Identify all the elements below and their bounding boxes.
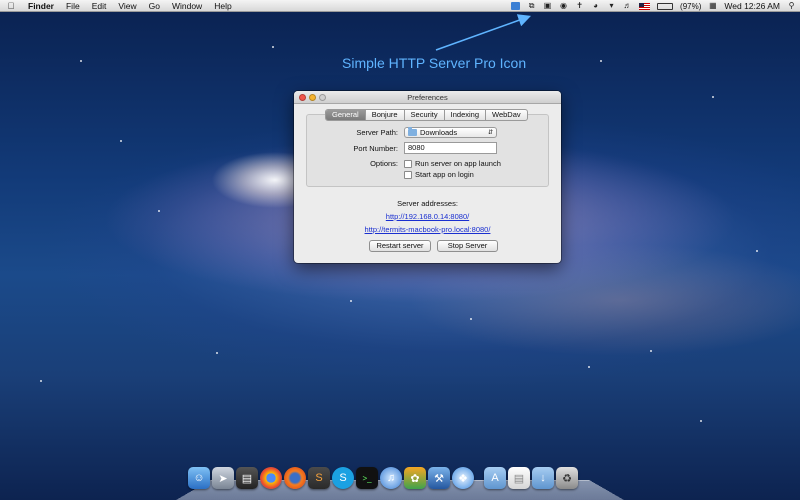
start-on-login-label: Start app on login (415, 170, 474, 179)
http-server-status-icon[interactable] (511, 2, 521, 10)
server-address-link-host[interactable]: http://termits-macbook-pro.local:8080/ (294, 225, 561, 234)
options-label: Options: (370, 159, 398, 168)
start-on-login-option[interactable]: Start app on login (404, 170, 474, 179)
chevron-updown-icon: ⇵ (487, 130, 493, 136)
restart-server-button[interactable]: Restart server (369, 240, 431, 252)
minimize-button[interactable] (309, 94, 316, 101)
tab-security[interactable]: Security (405, 110, 445, 120)
applications-folder-icon[interactable]: A (484, 467, 506, 489)
time-machine-icon[interactable]: ◕ (591, 2, 600, 10)
dock: ☺ ➤ ▤ S S >_ ♫ ✿ ⚒ ❖ A ▤ ↓ ♻ (188, 467, 578, 494)
menu-edit[interactable]: Edit (86, 0, 113, 12)
sublime-icon[interactable]: S (308, 467, 330, 489)
port-label: Port Number: (353, 144, 398, 153)
input-source-flag-icon[interactable] (639, 2, 651, 10)
tab-indexing[interactable]: Indexing (445, 110, 486, 120)
dock-separator (476, 467, 482, 494)
general-panel: Server Path: Downloads ⇵ Port Number: 80… (306, 114, 549, 187)
zoom-button[interactable] (319, 94, 326, 101)
window-controls (299, 94, 326, 101)
apple-menu-icon[interactable]:  (0, 1, 22, 11)
spotlight-search-icon[interactable]: ⚲ (787, 2, 796, 10)
window-title: Preferences (407, 93, 448, 102)
run-on-launch-checkbox[interactable] (404, 159, 412, 168)
calendar-icon[interactable]: ▦ (708, 2, 717, 10)
downloads-folder-icon[interactable]: ↓ (532, 467, 554, 489)
folder-icon (408, 127, 417, 136)
preferences-tabs: General Bonjure Security Indexing WebDav (325, 109, 528, 121)
battery-icon[interactable] (657, 2, 674, 10)
bluetooth-icon[interactable]: ✝ (575, 2, 584, 10)
close-button[interactable] (299, 94, 306, 101)
finder-icon[interactable]: ☺ (188, 467, 210, 489)
window-titlebar[interactable]: Preferences (294, 91, 561, 104)
menu-app-finder[interactable]: Finder (22, 0, 60, 12)
volume-icon[interactable]: ♬ (623, 2, 632, 10)
server-path-select[interactable]: Downloads ⇵ (404, 127, 497, 138)
terminal-icon[interactable]: >_ (356, 467, 378, 489)
start-on-login-checkbox[interactable] (404, 170, 412, 179)
tab-general[interactable]: General (326, 110, 366, 120)
itunes-icon[interactable]: ♫ (380, 467, 402, 489)
display-icon[interactable]: ▣ (543, 2, 552, 10)
port-number-input[interactable]: 8080 (404, 142, 497, 154)
document-icon[interactable]: ▤ (508, 467, 530, 489)
copy-icon[interactable]: ⧉ (527, 2, 536, 10)
tab-bonjure[interactable]: Bonjure (366, 110, 405, 120)
gamepad-icon[interactable]: ◉ (559, 2, 568, 10)
menu-window[interactable]: Window (166, 0, 208, 12)
annotation-label: Simple HTTP Server Pro Icon (342, 55, 527, 71)
menu-file[interactable]: File (60, 0, 86, 12)
server-addresses-label: Server addresses: (397, 199, 458, 208)
stop-server-button[interactable]: Stop Server (437, 240, 498, 252)
firefox-icon[interactable] (284, 467, 306, 489)
run-on-launch-option[interactable]: Run server on app launch (404, 159, 501, 168)
rocket-icon[interactable]: ➤ (212, 467, 234, 489)
skype-icon[interactable]: S (332, 467, 354, 489)
app-icon[interactable]: ▤ (236, 467, 258, 489)
menu-help[interactable]: Help (208, 0, 237, 12)
wifi-icon[interactable]: ▾ (607, 2, 616, 10)
preferences-window: Preferences Server Path: Downloads ⇵ Por… (294, 91, 561, 263)
battery-percent[interactable]: (97%) (680, 2, 701, 11)
menu-bar:  Finder File Edit View Go Window Help ⧉… (0, 0, 800, 12)
server-address-link-ip[interactable]: http://192.168.0.14:8080/ (294, 212, 561, 221)
server-path-label: Server Path: (356, 128, 398, 137)
menu-view[interactable]: View (112, 0, 142, 12)
menu-extras: ⧉ ▣ ◉ ✝ ◕ ▾ ♬ (97%) ▦ Wed 12:26 AM ⚲ (511, 0, 796, 12)
safari-icon[interactable]: ❖ (452, 467, 474, 489)
chrome-icon[interactable] (260, 467, 282, 489)
menu-clock[interactable]: Wed 12:26 AM (724, 1, 780, 11)
menu-go[interactable]: Go (143, 0, 166, 12)
server-path-value: Downloads (420, 127, 458, 137)
tab-webdav[interactable]: WebDav (486, 110, 527, 120)
trash-icon[interactable]: ♻ (556, 467, 578, 489)
run-on-launch-label: Run server on app launch (415, 159, 501, 168)
app2-icon[interactable]: ✿ (404, 467, 426, 489)
xcode-icon[interactable]: ⚒ (428, 467, 450, 489)
